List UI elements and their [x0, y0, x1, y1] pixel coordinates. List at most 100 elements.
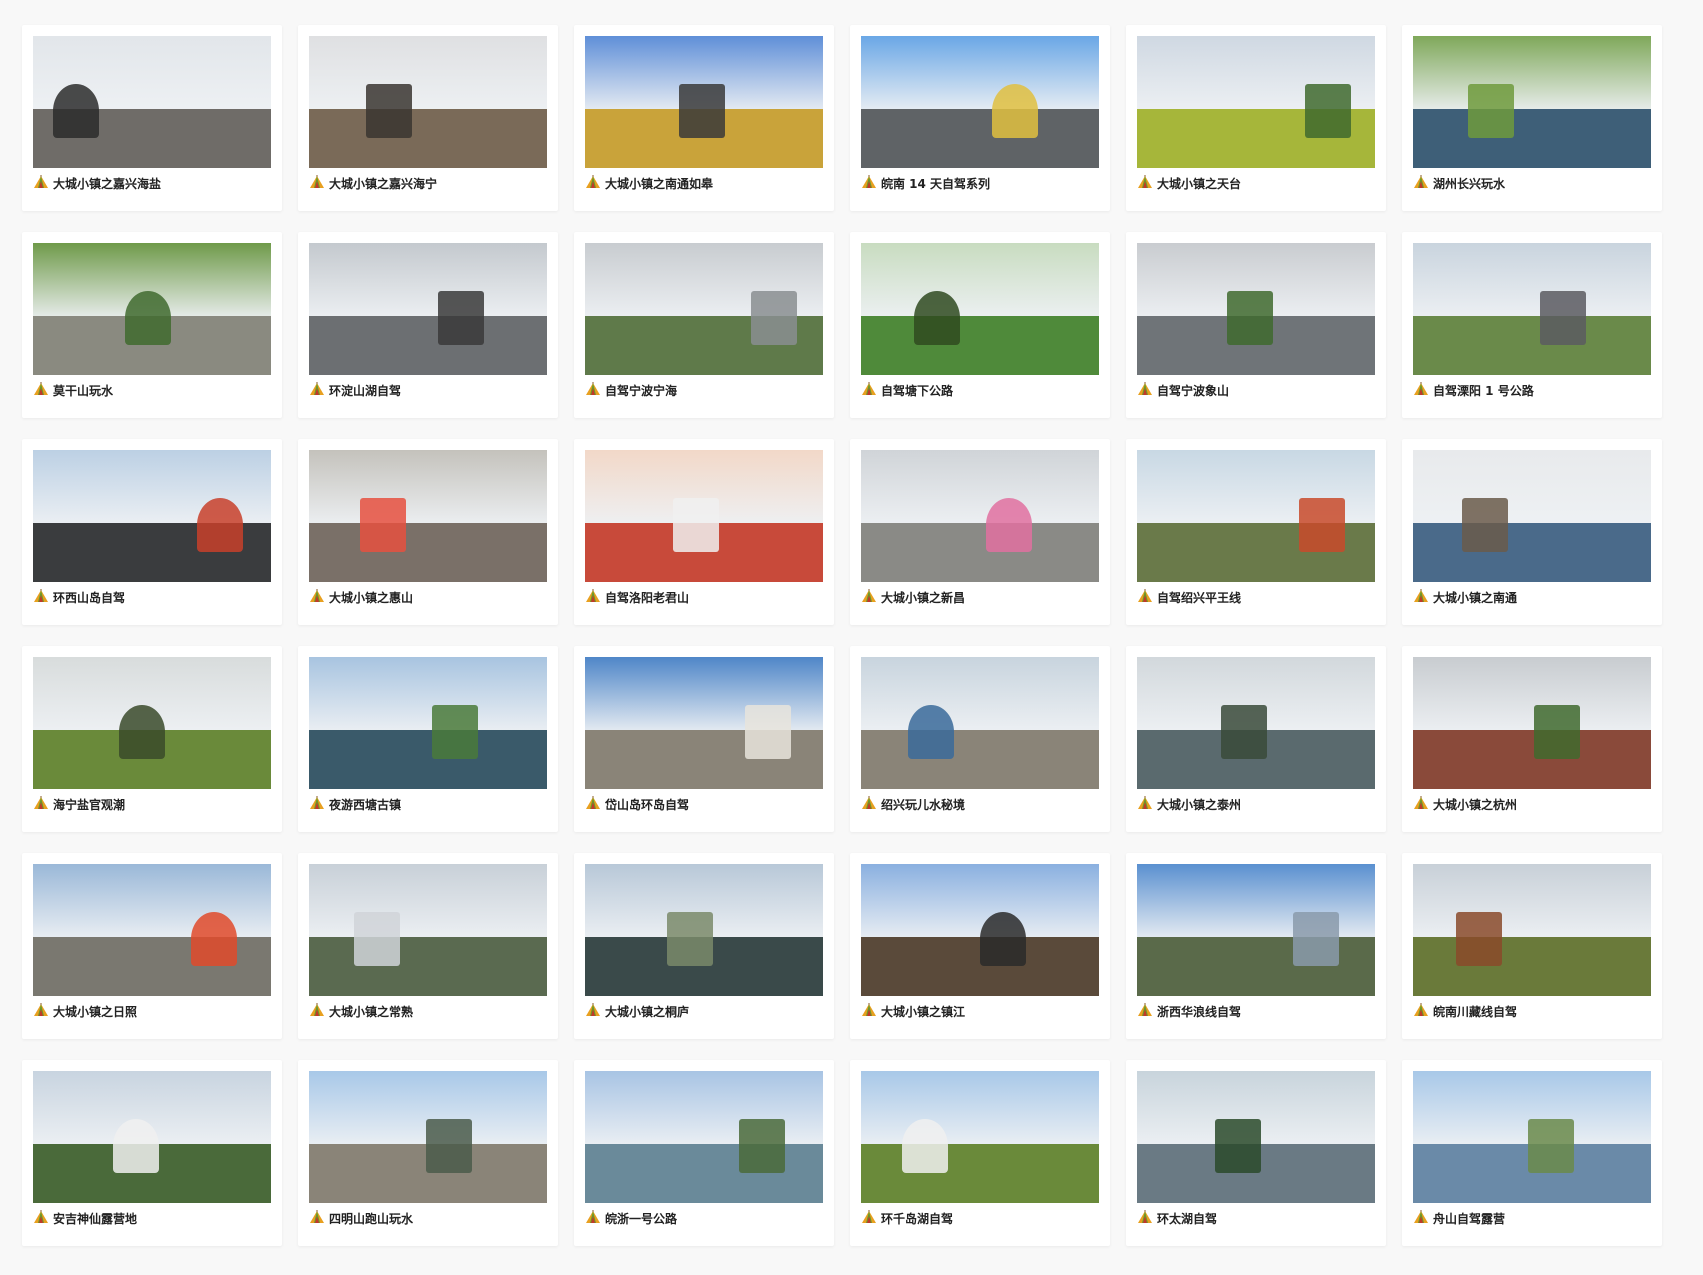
album-cover-image[interactable] — [1137, 243, 1375, 375]
album-card[interactable]: 大城小镇之嘉兴海宁 — [298, 25, 558, 211]
album-title[interactable]: 大城小镇之嘉兴海宁 — [329, 175, 437, 192]
album-title[interactable]: 大城小镇之天台 — [1157, 175, 1241, 192]
album-title[interactable]: 自驾溧阳 1 号公路 — [1433, 382, 1534, 399]
album-card[interactable]: 大城小镇之新昌 — [850, 439, 1110, 625]
album-cover-image[interactable] — [1137, 1071, 1375, 1203]
album-card[interactable]: 大城小镇之嘉兴海盐 — [22, 25, 282, 211]
album-cover-image[interactable] — [585, 657, 823, 789]
album-cover-image[interactable] — [33, 450, 271, 582]
album-title[interactable]: 岱山岛环岛自驾 — [605, 796, 689, 813]
album-cover-image[interactable] — [309, 1071, 547, 1203]
album-title[interactable]: 大城小镇之常熟 — [329, 1003, 413, 1020]
album-card[interactable]: 皖南川藏线自驾 — [1402, 853, 1662, 1039]
album-card[interactable]: 自驾洛阳老君山 — [574, 439, 834, 625]
album-title[interactable]: 自驾宁波宁海 — [605, 382, 677, 399]
album-card[interactable]: 自驾绍兴平王线 — [1126, 439, 1386, 625]
album-card[interactable]: 自驾塘下公路 — [850, 232, 1110, 418]
album-cover-image[interactable] — [585, 1071, 823, 1203]
album-card[interactable]: 环太湖自驾 — [1126, 1060, 1386, 1246]
album-card[interactable]: 皖南 14 天自驾系列 — [850, 25, 1110, 211]
album-title[interactable]: 自驾塘下公路 — [881, 382, 953, 399]
album-title[interactable]: 自驾洛阳老君山 — [605, 589, 689, 606]
album-cover-image[interactable] — [33, 1071, 271, 1203]
album-cover-image[interactable] — [1137, 36, 1375, 168]
album-title[interactable]: 舟山自驾露营 — [1433, 1210, 1505, 1227]
album-card[interactable]: 夜游西塘古镇 — [298, 646, 558, 832]
album-card[interactable]: 岱山岛环岛自驾 — [574, 646, 834, 832]
album-title[interactable]: 大城小镇之日照 — [53, 1003, 137, 1020]
album-title[interactable]: 湖州长兴玩水 — [1433, 175, 1505, 192]
album-cover-image[interactable] — [33, 657, 271, 789]
album-cover-image[interactable] — [861, 1071, 1099, 1203]
album-title[interactable]: 大城小镇之杭州 — [1433, 796, 1517, 813]
album-title[interactable]: 自驾宁波象山 — [1157, 382, 1229, 399]
album-title[interactable]: 绍兴玩儿水秘境 — [881, 796, 965, 813]
album-cover-image[interactable] — [1413, 243, 1651, 375]
album-title[interactable]: 环千岛湖自驾 — [881, 1210, 953, 1227]
album-cover-image[interactable] — [309, 657, 547, 789]
album-title[interactable]: 大城小镇之嘉兴海盐 — [53, 175, 161, 192]
album-cover-image[interactable] — [1137, 657, 1375, 789]
album-cover-image[interactable] — [1137, 864, 1375, 996]
album-title[interactable]: 大城小镇之惠山 — [329, 589, 413, 606]
album-card[interactable]: 大城小镇之常熟 — [298, 853, 558, 1039]
album-card[interactable]: 绍兴玩儿水秘境 — [850, 646, 1110, 832]
album-title[interactable]: 大城小镇之镇江 — [881, 1003, 965, 1020]
album-card[interactable]: 大城小镇之南通 — [1402, 439, 1662, 625]
album-title[interactable]: 安吉神仙露营地 — [53, 1210, 137, 1227]
album-cover-image[interactable] — [309, 243, 547, 375]
album-card[interactable]: 舟山自驾露营 — [1402, 1060, 1662, 1246]
album-cover-image[interactable] — [861, 657, 1099, 789]
album-title[interactable]: 莫干山玩水 — [53, 382, 113, 399]
album-title[interactable]: 皖浙一号公路 — [605, 1210, 677, 1227]
album-title[interactable]: 皖南川藏线自驾 — [1433, 1003, 1517, 1020]
album-cover-image[interactable] — [1413, 1071, 1651, 1203]
album-title[interactable]: 大城小镇之南通如皋 — [605, 175, 713, 192]
album-card[interactable]: 自驾溧阳 1 号公路 — [1402, 232, 1662, 418]
album-title[interactable]: 环淀山湖自驾 — [329, 382, 401, 399]
album-card[interactable]: 环淀山湖自驾 — [298, 232, 558, 418]
album-card[interactable]: 大城小镇之泰州 — [1126, 646, 1386, 832]
album-card[interactable]: 自驾宁波宁海 — [574, 232, 834, 418]
album-cover-image[interactable] — [33, 36, 271, 168]
album-cover-image[interactable] — [33, 243, 271, 375]
album-title[interactable]: 环西山岛自驾 — [53, 589, 125, 606]
album-title[interactable]: 大城小镇之南通 — [1433, 589, 1517, 606]
album-title[interactable]: 四明山跑山玩水 — [329, 1210, 413, 1227]
album-cover-image[interactable] — [309, 36, 547, 168]
album-card[interactable]: 湖州长兴玩水 — [1402, 25, 1662, 211]
album-cover-image[interactable] — [309, 450, 547, 582]
album-cover-image[interactable] — [585, 864, 823, 996]
album-card[interactable]: 环千岛湖自驾 — [850, 1060, 1110, 1246]
album-card[interactable]: 大城小镇之桐庐 — [574, 853, 834, 1039]
album-cover-image[interactable] — [861, 450, 1099, 582]
album-card[interactable]: 浙西华浪线自驾 — [1126, 853, 1386, 1039]
album-title[interactable]: 皖南 14 天自驾系列 — [881, 175, 990, 192]
album-card[interactable]: 大城小镇之南通如皋 — [574, 25, 834, 211]
album-cover-image[interactable] — [585, 450, 823, 582]
album-cover-image[interactable] — [861, 864, 1099, 996]
album-card[interactable]: 海宁盐官观潮 — [22, 646, 282, 832]
album-title[interactable]: 环太湖自驾 — [1157, 1210, 1217, 1227]
album-title[interactable]: 大城小镇之桐庐 — [605, 1003, 689, 1020]
album-card[interactable]: 环西山岛自驾 — [22, 439, 282, 625]
album-cover-image[interactable] — [1413, 450, 1651, 582]
album-cover-image[interactable] — [1413, 36, 1651, 168]
album-card[interactable]: 四明山跑山玩水 — [298, 1060, 558, 1246]
album-card[interactable]: 自驾宁波象山 — [1126, 232, 1386, 418]
album-cover-image[interactable] — [585, 36, 823, 168]
album-card[interactable]: 安吉神仙露营地 — [22, 1060, 282, 1246]
album-card[interactable]: 大城小镇之天台 — [1126, 25, 1386, 211]
album-card[interactable]: 皖浙一号公路 — [574, 1060, 834, 1246]
album-card[interactable]: 大城小镇之惠山 — [298, 439, 558, 625]
album-title[interactable]: 大城小镇之新昌 — [881, 589, 965, 606]
album-title[interactable]: 夜游西塘古镇 — [329, 796, 401, 813]
album-title[interactable]: 海宁盐官观潮 — [53, 796, 125, 813]
album-card[interactable]: 大城小镇之镇江 — [850, 853, 1110, 1039]
album-cover-image[interactable] — [309, 864, 547, 996]
album-cover-image[interactable] — [1137, 450, 1375, 582]
album-cover-image[interactable] — [861, 243, 1099, 375]
album-title[interactable]: 大城小镇之泰州 — [1157, 796, 1241, 813]
album-card[interactable]: 莫干山玩水 — [22, 232, 282, 418]
album-cover-image[interactable] — [861, 36, 1099, 168]
